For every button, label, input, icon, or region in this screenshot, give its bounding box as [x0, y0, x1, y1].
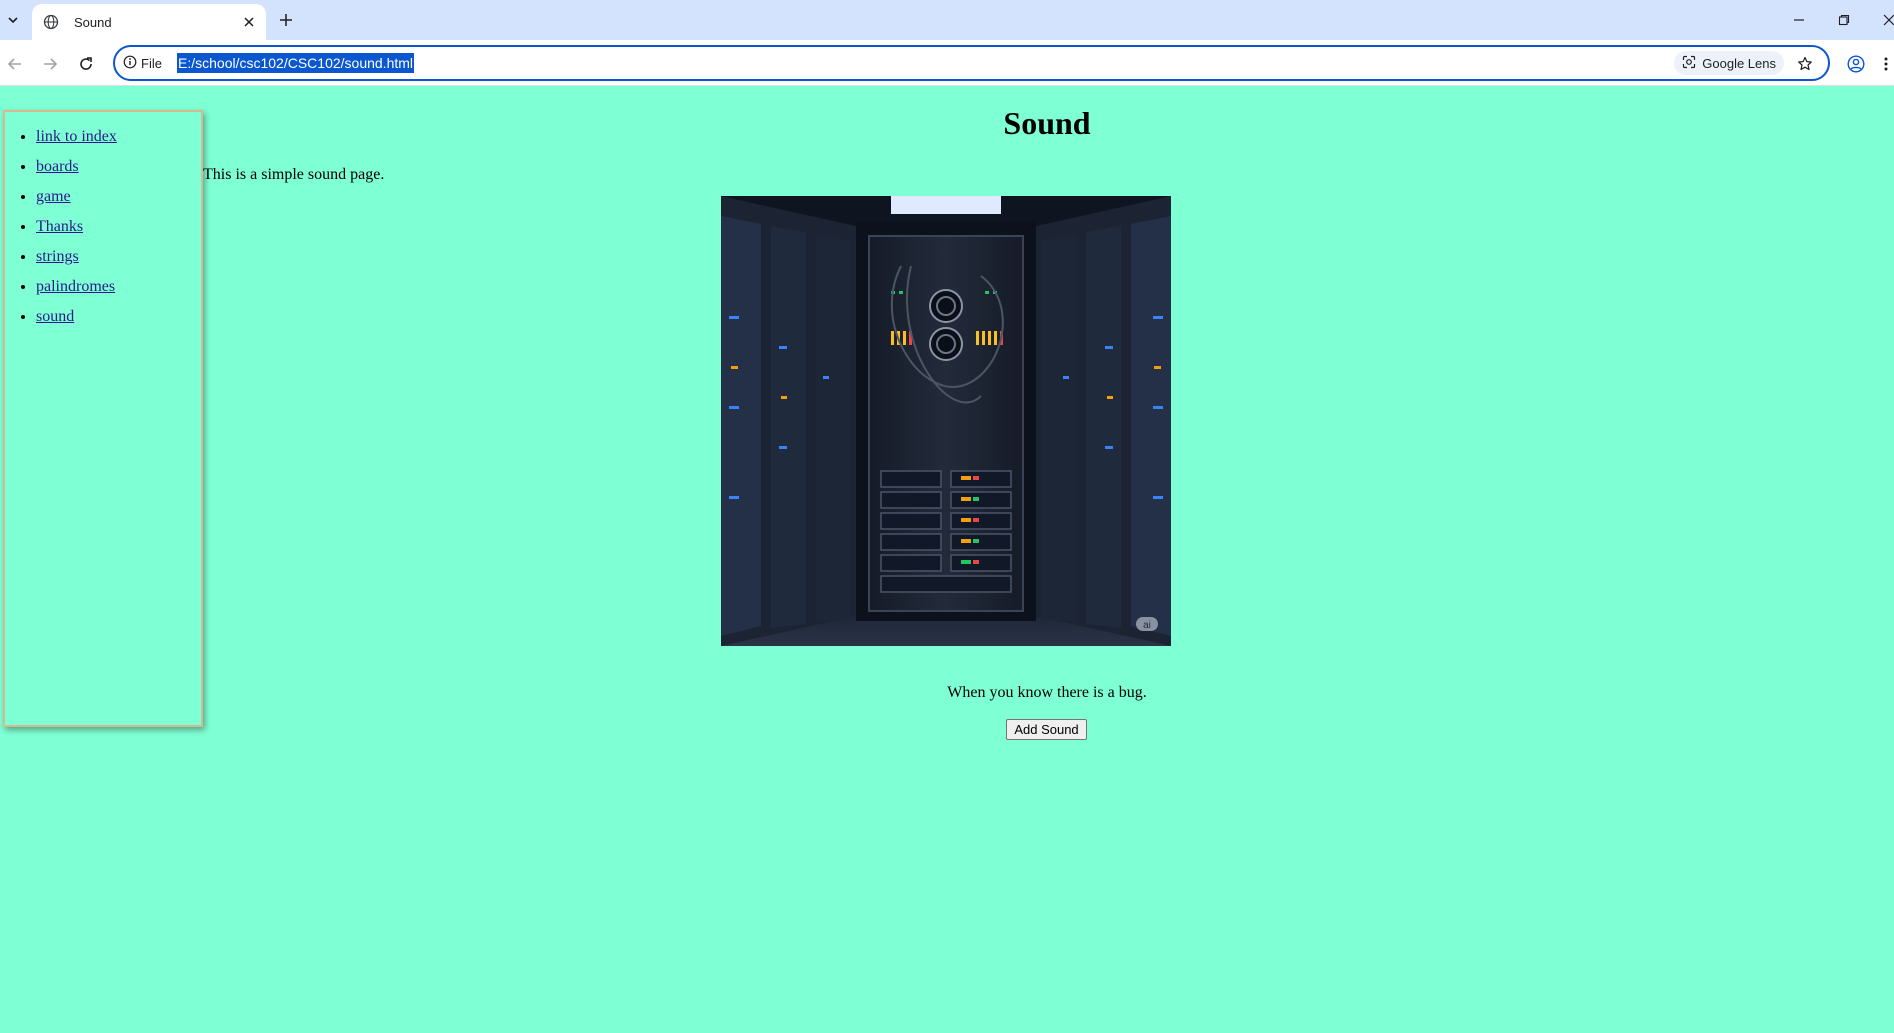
star-icon[interactable] — [1794, 53, 1816, 75]
tab-strip: Sound — [0, 0, 1894, 40]
lens-icon — [1682, 55, 1696, 72]
nav-link-game[interactable]: game — [36, 188, 71, 205]
address-bar[interactable]: File E:/school/csc102/CSC102/sound.html … — [113, 45, 1830, 81]
browser-tab[interactable]: Sound — [32, 4, 266, 40]
nav-item: Thanks — [36, 212, 201, 242]
nav-item: link to index — [36, 122, 201, 152]
nav-link-boards[interactable]: boards — [36, 158, 79, 175]
google-lens-label: Google Lens — [1702, 55, 1776, 71]
more-vertical-icon[interactable] — [1880, 52, 1892, 76]
nav-item: strings — [36, 242, 201, 272]
url-text[interactable]: E:/school/csc102/CSC102/sound.html — [177, 53, 415, 73]
plus-icon[interactable] — [276, 10, 296, 30]
site-info-label: File — [141, 55, 162, 71]
arrow-left-icon[interactable] — [3, 52, 27, 76]
nav-item: game — [36, 182, 201, 212]
reload-icon[interactable] — [74, 52, 98, 76]
nav-link-thanks[interactable]: Thanks — [36, 218, 83, 235]
nav-item: sound — [36, 302, 201, 332]
tab-title: Sound — [74, 14, 112, 30]
intro-text: This is a simple sound page. — [203, 166, 385, 183]
nav-item: palindromes — [36, 272, 201, 302]
close-icon[interactable] — [1874, 8, 1894, 32]
add-sound-button[interactable]: Add Sound — [1006, 719, 1087, 740]
image-caption: When you know there is a bug. — [947, 684, 1147, 701]
site-info-button[interactable]: File — [123, 53, 162, 73]
nav-link-sound[interactable]: sound — [36, 308, 74, 325]
nav-link-palindromes[interactable]: palindromes — [36, 278, 115, 295]
close-icon[interactable] — [240, 13, 258, 31]
sidebar-nav: link to index boards game Thanks strings… — [3, 110, 203, 727]
minimize-icon[interactable] — [1784, 8, 1814, 32]
page-content: link to index boards game Thanks strings… — [0, 87, 1894, 1033]
info-icon — [123, 55, 137, 72]
nav-link-index[interactable]: link to index — [36, 128, 117, 145]
nav-list: link to index boards game Thanks strings… — [5, 122, 201, 332]
nav-link-strings[interactable]: strings — [36, 248, 79, 265]
restore-icon[interactable] — [1829, 8, 1859, 32]
browser-toolbar: File E:/school/csc102/CSC102/sound.html … — [0, 40, 1894, 86]
server-room-image: ai — [721, 196, 1171, 646]
chevron-down-icon[interactable] — [2, 8, 24, 32]
google-lens-button[interactable]: Google Lens — [1674, 51, 1784, 75]
nav-item: boards — [36, 152, 201, 182]
profile-icon[interactable] — [1844, 52, 1868, 76]
arrow-right-icon[interactable] — [38, 52, 62, 76]
globe-icon — [42, 13, 60, 31]
ai-badge: ai — [1143, 620, 1151, 631]
page-title: Sound — [1003, 105, 1091, 141]
